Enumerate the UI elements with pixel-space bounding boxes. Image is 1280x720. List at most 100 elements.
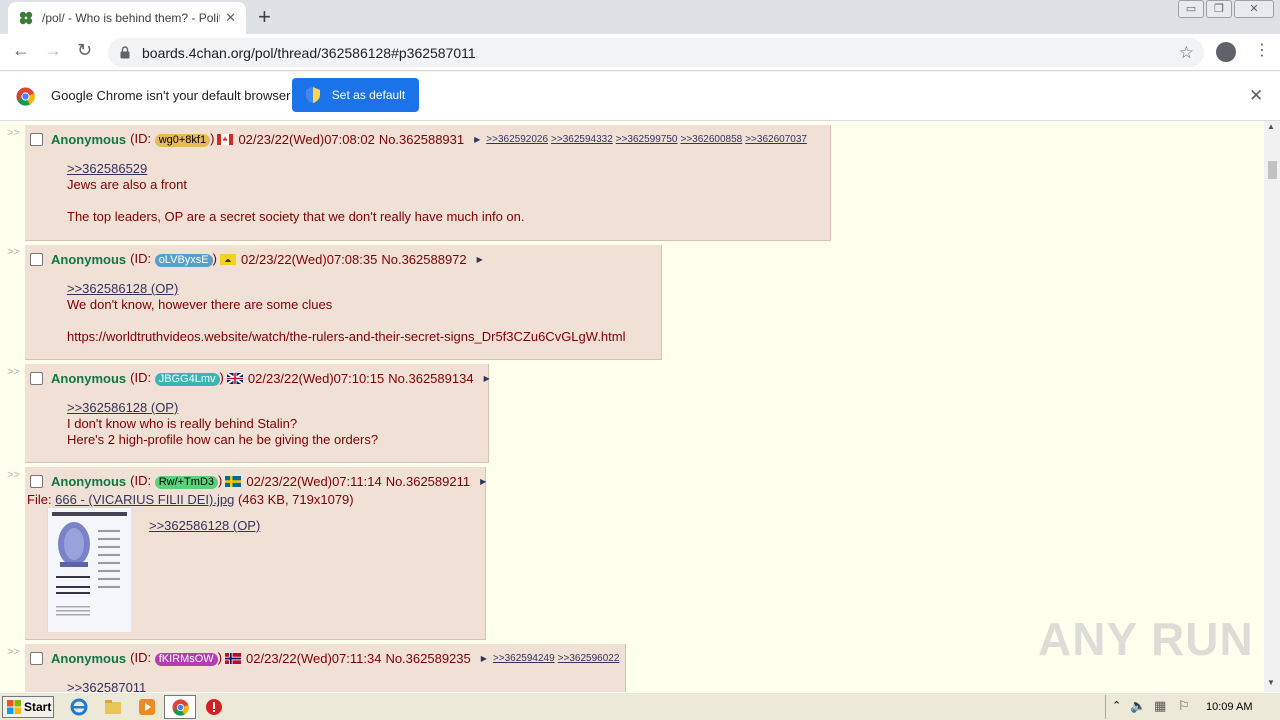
poster-id: (ID: fKIRMsOW) — [130, 650, 223, 666]
reply-post: Anonymous (ID: JBGG4Lmv) 02/23/22(Wed)07… — [25, 364, 490, 463]
canada-flag-icon — [217, 133, 234, 145]
backlink[interactable]: >>362600858 — [680, 134, 742, 145]
post-checkbox[interactable] — [30, 474, 43, 488]
flag-notification-icon[interactable]: ⚐ — [1178, 698, 1190, 714]
set-as-default-button[interactable]: Set as default — [292, 78, 419, 112]
shield-icon — [305, 87, 320, 103]
sweden-flag-icon — [225, 475, 242, 487]
quote-link[interactable]: >>362586128 (OP) — [67, 281, 626, 297]
message-line: I don't know who is really behind Stalin… — [67, 416, 298, 431]
backlinks: >>362592026 >>362594332 >>362599750 >>36260… — [486, 134, 810, 145]
folder-icon[interactable] — [104, 698, 122, 716]
internet-explorer-icon[interactable] — [70, 698, 88, 716]
post-checkbox[interactable] — [30, 252, 43, 266]
backlink[interactable]: >>362592026 — [486, 134, 548, 145]
new-tab-icon[interactable]: + — [258, 4, 271, 30]
post-header: Anonymous (ID: wg0+8kf1) 02/23/22(Wed)07… — [30, 131, 810, 147]
post-checkbox[interactable] — [30, 651, 43, 665]
post-thumbnail[interactable] — [47, 507, 131, 632]
minimize-icon[interactable]: ▭ — [1178, 0, 1204, 18]
poster-uid[interactable]: JBGG4Lmv — [154, 373, 220, 386]
poster-uid[interactable]: fKIRMsOW — [154, 653, 218, 666]
forward-arrow-icon[interactable]: → — [44, 40, 62, 61]
clover-icon — [19, 11, 33, 25]
default-browser-infobar: Google Chrome isn't your default browser… — [0, 72, 1280, 121]
quote-link[interactable]: >>362587011 — [67, 680, 146, 692]
scrollbar-thumb[interactable] — [1268, 161, 1277, 179]
post-number[interactable]: No.362588972 — [381, 252, 466, 267]
tray-expand-icon[interactable]: ⌃ — [1112, 699, 1121, 712]
quote-link[interactable]: >>362586128 (OP) — [149, 518, 260, 534]
volume-icon[interactable]: 🔈 — [1130, 698, 1146, 714]
post-header: Anonymous (ID: oLVByxsE) 02/23/22(Wed)07… — [30, 251, 483, 267]
chrome-logo-icon — [16, 87, 35, 106]
post-datetime: 02/23/22(Wed)07:08:35 — [240, 251, 378, 267]
post-datetime: 02/23/22(Wed)07:11:14 — [246, 473, 382, 489]
quote-link[interactable]: >>362586128 (OP) — [67, 400, 378, 416]
poster-uid[interactable]: wg0+8kf1 — [154, 134, 211, 147]
reply-arrows: >> — [7, 366, 20, 378]
set-as-default-label: Set as default — [331, 88, 406, 102]
reply-arrows: >> — [7, 469, 20, 481]
post-message: >>362586128 (OP) — [149, 518, 260, 534]
start-button[interactable]: Start — [2, 696, 54, 718]
norway-flag-icon — [225, 652, 242, 664]
message-line — [67, 193, 525, 209]
quote-link[interactable]: >>362586529 — [67, 161, 525, 177]
reload-icon[interactable]: ↻ — [77, 40, 92, 61]
back-arrow-icon[interactable]: ← — [12, 40, 30, 61]
gadsden-flag-icon — [219, 253, 236, 265]
chrome-taskbar-button[interactable] — [164, 695, 196, 719]
poster-id: (ID: JBGG4Lmv) — [130, 370, 224, 386]
scroll-down-icon[interactable]: ▼ — [1267, 678, 1275, 687]
backlink[interactable]: >>362599750 — [616, 134, 678, 145]
poster-name: Anonymous — [51, 251, 127, 267]
reply-arrows: >> — [7, 246, 20, 258]
lock-icon — [120, 46, 130, 59]
file-meta: (463 KB, 719x1079) — [237, 492, 354, 507]
backlink[interactable]: >>362594332 — [551, 134, 613, 145]
backlinks: >>362594249 >>362596022 — [493, 653, 622, 664]
poster-name: Anonymous — [51, 370, 127, 386]
infobar-close-icon[interactable]: ✕ — [1249, 86, 1263, 106]
backlink[interactable]: >>362607037 — [745, 134, 807, 145]
post-number[interactable]: No.362589134 — [388, 371, 473, 386]
stop-icon[interactable] — [205, 698, 223, 716]
backlink[interactable]: >>362594249 — [493, 653, 555, 664]
file-info: File: 666 - (VICARIUS FILII DEI).jpg (46… — [27, 492, 354, 507]
network-icon[interactable]: ▦ — [1154, 698, 1166, 714]
post-checkbox[interactable] — [30, 132, 43, 146]
post-menu-icon[interactable]: ▶ — [474, 135, 480, 144]
post-menu-icon[interactable]: ▶ — [480, 477, 486, 486]
post-message: >>362586128 (OP) We don't know, however … — [67, 281, 626, 345]
post-datetime: 02/23/22(Wed)07:11:34 — [246, 650, 382, 666]
windows-taskbar: Start ⌃ 🔈 ▦ ⚐ 10:09 AM — [0, 692, 1280, 720]
restore-icon[interactable]: ❐ — [1206, 0, 1232, 18]
address-bar[interactable]: boards.4chan.org/pol/thread/362586128#p3… — [108, 38, 1204, 67]
post-checkbox[interactable] — [30, 371, 43, 385]
post-number[interactable]: No.362589211 — [386, 474, 470, 489]
profile-avatar-icon[interactable] — [1216, 42, 1236, 62]
bookmark-star-icon[interactable]: ☆ — [1179, 43, 1194, 63]
scroll-up-icon[interactable]: ▲ — [1267, 122, 1275, 131]
poster-uid[interactable]: oLVByxsE — [154, 254, 213, 267]
poster-name: Anonymous — [51, 131, 127, 147]
file-link[interactable]: 666 - (VICARIUS FILII DEI).jpg — [55, 492, 234, 507]
post-number[interactable]: No.362589235 — [385, 651, 470, 666]
kebab-menu-icon[interactable]: ⋮ — [1254, 40, 1270, 60]
tab-close-icon[interactable]: ✕ — [225, 10, 236, 26]
media-player-icon[interactable] — [138, 698, 156, 716]
page-scrollbar[interactable]: ▲ ▼ — [1264, 121, 1280, 692]
post-header: Anonymous (ID: JBGG4Lmv) 02/23/22(Wed)07… — [30, 370, 490, 386]
tab-title: /pol/ - Who is behind them? - Politica — [42, 11, 220, 25]
post-menu-icon[interactable]: ▶ — [477, 255, 483, 264]
post-number[interactable]: No.362588931 — [379, 132, 464, 147]
post-menu-icon[interactable]: ▶ — [484, 374, 490, 383]
browser-toolbar: ← → ↻ boards.4chan.org/pol/thread/362586… — [0, 34, 1280, 71]
browser-tab[interactable]: /pol/ - Who is behind them? - Politica ✕ — [8, 2, 246, 34]
window-close-icon[interactable]: ✕ — [1234, 0, 1274, 18]
poster-uid[interactable]: Rw/+TmD3 — [154, 476, 218, 489]
post-menu-icon[interactable]: ▶ — [481, 654, 487, 663]
backlink[interactable]: >>362596022 — [558, 653, 620, 664]
post-datetime: 02/23/22(Wed)07:08:02 — [238, 131, 375, 147]
